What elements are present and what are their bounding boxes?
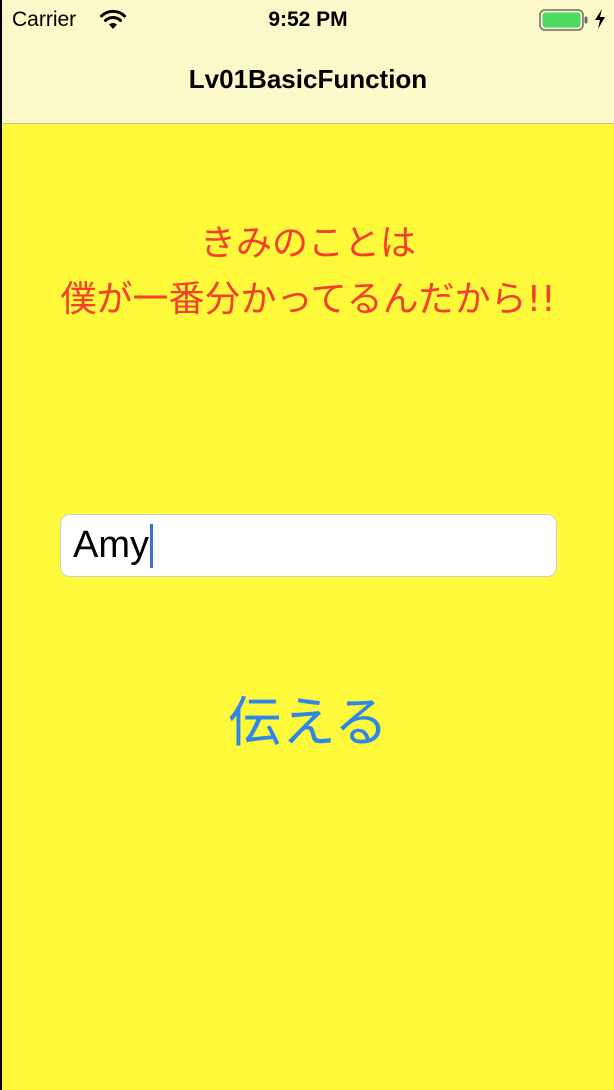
send-button[interactable]: 伝える xyxy=(2,688,614,758)
status-bar: Carrier 9:52 PM xyxy=(2,0,614,42)
top-bar: Carrier 9:52 PM Lv01BasicFunction xyxy=(2,0,614,124)
battery-icon xyxy=(539,9,588,31)
text-cursor xyxy=(150,523,153,568)
message-line-2: 僕が一番分かってるんだから!! xyxy=(60,279,556,320)
name-input-value: Amy xyxy=(73,524,149,566)
message-line-1: きみのことは xyxy=(199,223,416,264)
status-time: 9:52 PM xyxy=(268,8,348,31)
nav-title: Lv01BasicFunction xyxy=(188,64,428,94)
message-text: きみのことは 僕が一番分かってるんだから!! xyxy=(2,216,614,328)
app-screen: Carrier 9:52 PM Lv01BasicFunction きみのことは… xyxy=(2,0,614,1090)
charging-bolt-icon xyxy=(595,9,605,29)
name-input[interactable]: Amy xyxy=(60,514,557,577)
